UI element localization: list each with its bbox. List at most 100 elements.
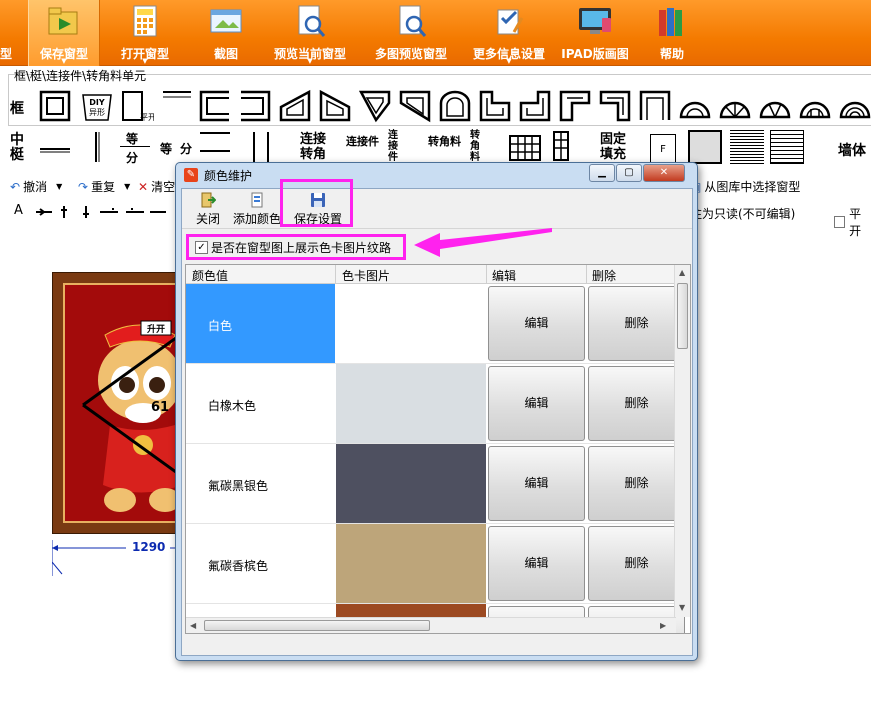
column-header-edit[interactable]: 编辑	[492, 267, 516, 284]
l-step-icon	[479, 90, 511, 122]
preview-current-button[interactable]: 预览当前窗型 ▼	[266, 0, 354, 66]
connector-corner-button[interactable]: 连接 转角	[300, 132, 326, 162]
column-header-color-value[interactable]: 颜色值	[192, 267, 228, 284]
text-tool-button[interactable]: A	[14, 203, 23, 218]
shape-diy[interactable]: DIY 异形	[80, 89, 114, 123]
color-name-cell[interactable]: 白色	[186, 284, 335, 363]
edit-color-button[interactable]: 编辑	[488, 286, 585, 361]
close-window-button[interactable]: ✕	[643, 164, 685, 182]
window-drawing-frame[interactable]: 升开 61	[52, 272, 182, 534]
equal-divide-horizontal[interactable]: 等 分 等	[118, 128, 174, 168]
ribbon-window-button[interactable]: 型	[0, 0, 16, 66]
close-button[interactable]: 关闭	[196, 192, 220, 227]
color-name-cell[interactable]: 氟碳香槟色	[186, 524, 335, 603]
shape-double-vertical[interactable]	[246, 130, 280, 164]
help-button[interactable]: 帮助	[648, 0, 696, 66]
shape-corner-2[interactable]	[598, 89, 632, 123]
column-header-swatch[interactable]: 色卡图片	[342, 267, 390, 284]
scroll-up-icon[interactable]: ▲	[679, 268, 685, 277]
mesh-fill-button[interactable]	[730, 130, 764, 164]
delete-color-button[interactable]: 删除	[588, 366, 685, 441]
shape-fan-1[interactable]	[718, 89, 752, 123]
shape-grid-vertical[interactable]	[552, 130, 586, 164]
shape-notch[interactable]	[518, 89, 552, 123]
open-window-button[interactable]: 打开窗型 ▼	[110, 0, 180, 66]
save-window-button[interactable]: 保存窗型 ▼	[28, 0, 100, 66]
undo-button[interactable]: ↶ 撤消 ▼	[10, 178, 62, 195]
scroll-left-icon[interactable]: ◀	[190, 621, 196, 630]
shape-l-step[interactable]	[478, 89, 512, 123]
more-settings-button[interactable]: 更多信息设置 ▼	[466, 0, 552, 66]
shape-trapezoid-3[interactable]	[358, 89, 392, 123]
shape-fan-2[interactable]	[758, 89, 792, 123]
fill-f-button[interactable]: F	[650, 134, 676, 164]
shape-half-circle[interactable]	[678, 89, 712, 123]
wall-button[interactable]: 墙体	[838, 140, 866, 160]
select-from-library-button[interactable]: ▣ 从图库中选择窗型	[690, 178, 800, 195]
shape-trapezoid-4[interactable]	[398, 89, 432, 123]
shape-vertical-mullion[interactable]	[80, 130, 114, 164]
clear-button[interactable]: ✕ 清空	[138, 178, 175, 195]
edit-color-button[interactable]: 编辑	[488, 526, 585, 601]
horizontal-scrollbar[interactable]: ◀ ▶	[186, 617, 676, 633]
fixed-fill-button[interactable]: 固定 填充	[600, 132, 626, 162]
shape-arch[interactable]	[438, 89, 472, 123]
flat-open-checkbox[interactable]: 平开	[834, 205, 871, 239]
minimize-button[interactable]: ▁	[589, 164, 615, 182]
shape-c-left[interactable]	[198, 89, 232, 123]
screenshot-button[interactable]: 截图	[200, 0, 252, 66]
shape-horizontal-mullion[interactable]	[38, 133, 72, 167]
connector-piece-button[interactable]: 连接件	[346, 133, 379, 149]
table-row[interactable]: 氟碳黑银色 编辑 删除	[186, 444, 685, 524]
vertical-scroll-thumb[interactable]	[677, 283, 688, 349]
equal-text: 等	[126, 132, 139, 146]
grid-panel-icon	[509, 135, 541, 161]
table-row[interactable]: 白色 编辑 删除	[186, 284, 685, 364]
shape-corner-1[interactable]	[558, 89, 592, 123]
color-name-cell[interactable]: 白橡木色	[186, 364, 335, 443]
shape-square[interactable]	[38, 89, 72, 123]
horizontal-scroll-thumb[interactable]	[204, 620, 430, 631]
table-row[interactable]: 氟碳香槟色 编辑 删除	[186, 524, 685, 604]
grid-vertical-icon	[553, 131, 569, 161]
dialog-titlebar[interactable]: ✎ 颜色维护 ▁ ▢ ✕	[176, 163, 697, 187]
color-name-cell[interactable]: 氟碳黑银色	[186, 444, 335, 523]
shape-open-square[interactable]	[638, 89, 672, 123]
scroll-right-icon[interactable]: ▶	[660, 621, 666, 630]
glass-fill-button[interactable]	[688, 130, 722, 164]
shape-trapezoid-2[interactable]	[318, 89, 352, 123]
add-color-button[interactable]: 添加颜色	[233, 192, 281, 227]
delete-color-button[interactable]: 删除	[588, 286, 685, 361]
clear-label: 清空	[151, 180, 176, 194]
undo-label: 撤消	[23, 180, 48, 194]
sash-label: 61	[151, 400, 169, 415]
dimension-line: 1290	[52, 540, 182, 576]
vertical-scrollbar[interactable]: ▲ ▼	[674, 265, 690, 617]
edit-color-button[interactable]: 编辑	[488, 446, 585, 521]
shape-fan-3[interactable]	[798, 89, 832, 123]
connector-piece-vertical-button[interactable]: 连接件	[388, 130, 402, 163]
shape-arc-bands[interactable]	[838, 89, 871, 123]
add-color-label: 添加颜色	[233, 212, 282, 226]
shape-trapezoid-1[interactable]	[278, 89, 312, 123]
redo-button[interactable]: ↷ 重复 ▼	[78, 178, 130, 195]
delete-color-button[interactable]: 删除	[588, 446, 685, 521]
shape-c-right[interactable]	[238, 89, 272, 123]
shape-grid-panel[interactable]	[508, 132, 542, 166]
louver-fill-button[interactable]	[770, 130, 804, 164]
scroll-down-icon[interactable]: ▼	[679, 603, 685, 612]
multi-preview-button[interactable]: 多图预览窗型	[366, 0, 456, 66]
books-icon	[659, 8, 682, 36]
delete-color-button[interactable]: 删除	[588, 526, 685, 601]
shape-flat-open[interactable]: 平开	[120, 89, 156, 123]
corner-material-button[interactable]: 转角料	[428, 133, 461, 149]
exit-icon	[201, 192, 216, 208]
edit-color-button[interactable]: 编辑	[488, 366, 585, 441]
maximize-button[interactable]: ▢	[616, 164, 642, 182]
column-header-delete[interactable]: 删除	[592, 267, 616, 284]
main-ribbon: 型 保存窗型 ▼ 打开窗型 ▼ 截图 预览当前窗型 ▼ 多图预览窗型 更多信息设…	[0, 0, 871, 66]
shape-top-bar[interactable]	[160, 89, 194, 123]
ipad-drawing-button[interactable]: IPAD版画图	[558, 0, 632, 66]
corner-material-vertical-button[interactable]: 转角料	[470, 130, 484, 163]
table-row[interactable]: 白橡木色 编辑 删除	[186, 364, 685, 444]
